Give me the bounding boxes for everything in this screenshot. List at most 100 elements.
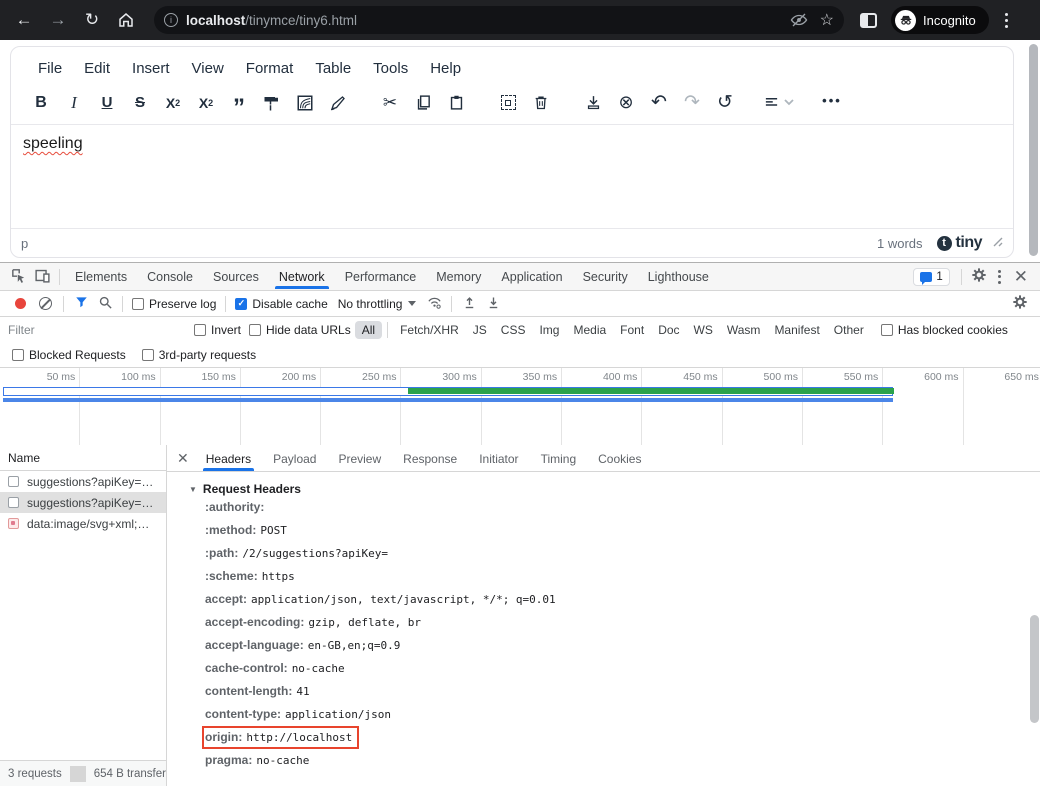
network-search-button[interactable]	[93, 293, 117, 315]
tab-cookies[interactable]: Cookies	[587, 446, 652, 471]
reload-button[interactable]: ↻	[78, 6, 106, 34]
tiny-logo[interactable]: t tiny	[937, 234, 982, 252]
menu-table[interactable]: Table	[306, 56, 360, 81]
fill-color-button[interactable]	[291, 89, 319, 116]
strikethrough-button[interactable]: S	[126, 89, 154, 116]
filter-type-media[interactable]: Media	[566, 321, 613, 339]
home-button[interactable]	[112, 6, 140, 34]
menu-format[interactable]: Format	[237, 56, 303, 81]
tab-timing[interactable]: Timing	[530, 446, 588, 471]
undo-button[interactable]: ↶	[645, 89, 673, 116]
delete-button[interactable]	[527, 89, 555, 116]
eye-blocked-icon[interactable]	[790, 11, 808, 29]
import-har-button[interactable]	[457, 293, 481, 315]
bookmark-star-icon[interactable]: ☆	[820, 10, 834, 30]
throttling-dropdown[interactable]: No throttling	[332, 297, 423, 311]
underline-button[interactable]: U	[93, 89, 121, 116]
device-toolbar-button[interactable]	[30, 266, 54, 288]
third-party-requests-checkbox[interactable]: 3rd-party requests	[138, 348, 260, 362]
request-row[interactable]: suggestions?apiKey=…	[0, 492, 166, 513]
cancel-button[interactable]: ⊗	[612, 89, 640, 116]
element-path[interactable]: p	[21, 236, 877, 251]
request-headers-title[interactable]: ▼ Request Headers	[189, 482, 1024, 496]
format-painter-button[interactable]	[258, 89, 286, 116]
restore-draft-button[interactable]: ↺	[711, 89, 739, 116]
request-row[interactable]: suggestions?apiKey=…	[0, 471, 166, 492]
disable-cache-checkbox[interactable]: ✓Disable cache	[231, 297, 331, 311]
filter-type-img[interactable]: Img	[532, 321, 566, 339]
word-count[interactable]: 1 words	[877, 236, 923, 251]
export-button[interactable]	[579, 89, 607, 116]
hide-data-urls-checkbox[interactable]: Hide data URLs	[245, 323, 355, 337]
menu-tools[interactable]: Tools	[364, 56, 417, 81]
clear-button[interactable]	[39, 297, 52, 310]
tab-security[interactable]: Security	[573, 264, 638, 289]
filter-type-manifest[interactable]: Manifest	[767, 321, 826, 339]
filter-type-ws[interactable]: WS	[687, 321, 720, 339]
tab-headers[interactable]: Headers	[195, 446, 262, 471]
tab-lighthouse[interactable]: Lighthouse	[638, 264, 719, 289]
filter-type-other[interactable]: Other	[827, 321, 871, 339]
editor-content[interactable]: speeling	[11, 125, 1013, 217]
browser-menu-icon[interactable]	[1005, 13, 1008, 28]
cut-button[interactable]: ✂	[376, 89, 404, 116]
network-overview-timeline[interactable]: 50 ms 100 ms 150 ms 200 ms 250 ms 300 ms…	[0, 368, 1040, 446]
issues-badge[interactable]: 1	[913, 268, 949, 286]
menu-file[interactable]: File	[29, 56, 71, 81]
tab-sources[interactable]: Sources	[203, 264, 269, 289]
forward-button[interactable]: →	[44, 6, 72, 34]
redo-button[interactable]: ↷	[678, 89, 706, 116]
name-column-header[interactable]: Name	[0, 445, 166, 471]
filter-type-doc[interactable]: Doc	[651, 321, 686, 339]
filter-type-fetch-xhr[interactable]: Fetch/XHR	[393, 321, 466, 339]
filter-toggle-button[interactable]	[69, 293, 93, 315]
copy-button[interactable]	[409, 89, 437, 116]
tab-performance[interactable]: Performance	[335, 264, 427, 289]
menu-help[interactable]: Help	[421, 56, 470, 81]
address-bar[interactable]: i localhost/tinymce/tiny6.html ☆	[154, 6, 844, 34]
superscript-button[interactable]: X2	[192, 89, 220, 116]
tab-payload[interactable]: Payload	[262, 446, 327, 471]
italic-button[interactable]: I	[60, 89, 88, 116]
page-scrollbar[interactable]	[1029, 44, 1038, 256]
devtools-settings-button[interactable]	[967, 266, 991, 288]
preserve-log-checkbox[interactable]: Preserve log	[128, 297, 220, 311]
align-dropdown-button[interactable]	[763, 89, 794, 116]
tab-elements[interactable]: Elements	[65, 264, 137, 289]
filter-type-js[interactable]: JS	[466, 321, 494, 339]
has-blocked-cookies-checkbox[interactable]: Has blocked cookies	[877, 323, 1012, 337]
tab-response[interactable]: Response	[392, 446, 468, 471]
record-button[interactable]	[15, 298, 26, 309]
invert-checkbox[interactable]: Invert	[190, 323, 245, 337]
misspelled-word[interactable]: speeling	[23, 135, 83, 152]
tab-network[interactable]: Network	[269, 264, 335, 289]
bold-button[interactable]: B	[27, 89, 55, 116]
devtools-close-icon[interactable]: ✕	[1008, 267, 1034, 287]
menu-edit[interactable]: Edit	[75, 56, 119, 81]
tab-console[interactable]: Console	[137, 264, 203, 289]
more-toolbar-button[interactable]: •••	[818, 89, 846, 116]
menu-view[interactable]: View	[183, 56, 233, 81]
back-button[interactable]: ←	[10, 6, 38, 34]
filter-type-all[interactable]: All	[355, 321, 382, 339]
blockquote-button[interactable]: ”	[225, 89, 253, 116]
export-har-button[interactable]	[481, 293, 505, 315]
blocked-requests-checkbox[interactable]: Blocked Requests	[8, 348, 130, 362]
filter-input[interactable]	[8, 323, 176, 337]
tab-memory[interactable]: Memory	[426, 264, 491, 289]
request-row[interactable]: data:image/svg+xml;…	[0, 513, 166, 534]
filter-type-css[interactable]: CSS	[494, 321, 533, 339]
filter-type-wasm[interactable]: Wasm	[720, 321, 768, 339]
site-info-icon[interactable]: i	[164, 13, 178, 27]
close-detail-icon[interactable]: ✕	[171, 450, 195, 467]
subscript-button[interactable]: X2	[159, 89, 187, 116]
select-all-button[interactable]	[494, 89, 522, 116]
filter-type-font[interactable]: Font	[613, 321, 651, 339]
paste-button[interactable]	[442, 89, 470, 116]
resize-handle-icon[interactable]	[992, 234, 1003, 252]
permanent-pen-button[interactable]	[324, 89, 352, 116]
tab-initiator[interactable]: Initiator	[468, 446, 529, 471]
tab-preview[interactable]: Preview	[327, 446, 392, 471]
network-conditions-button[interactable]	[422, 293, 446, 315]
devtools-menu-icon[interactable]	[991, 270, 1008, 284]
